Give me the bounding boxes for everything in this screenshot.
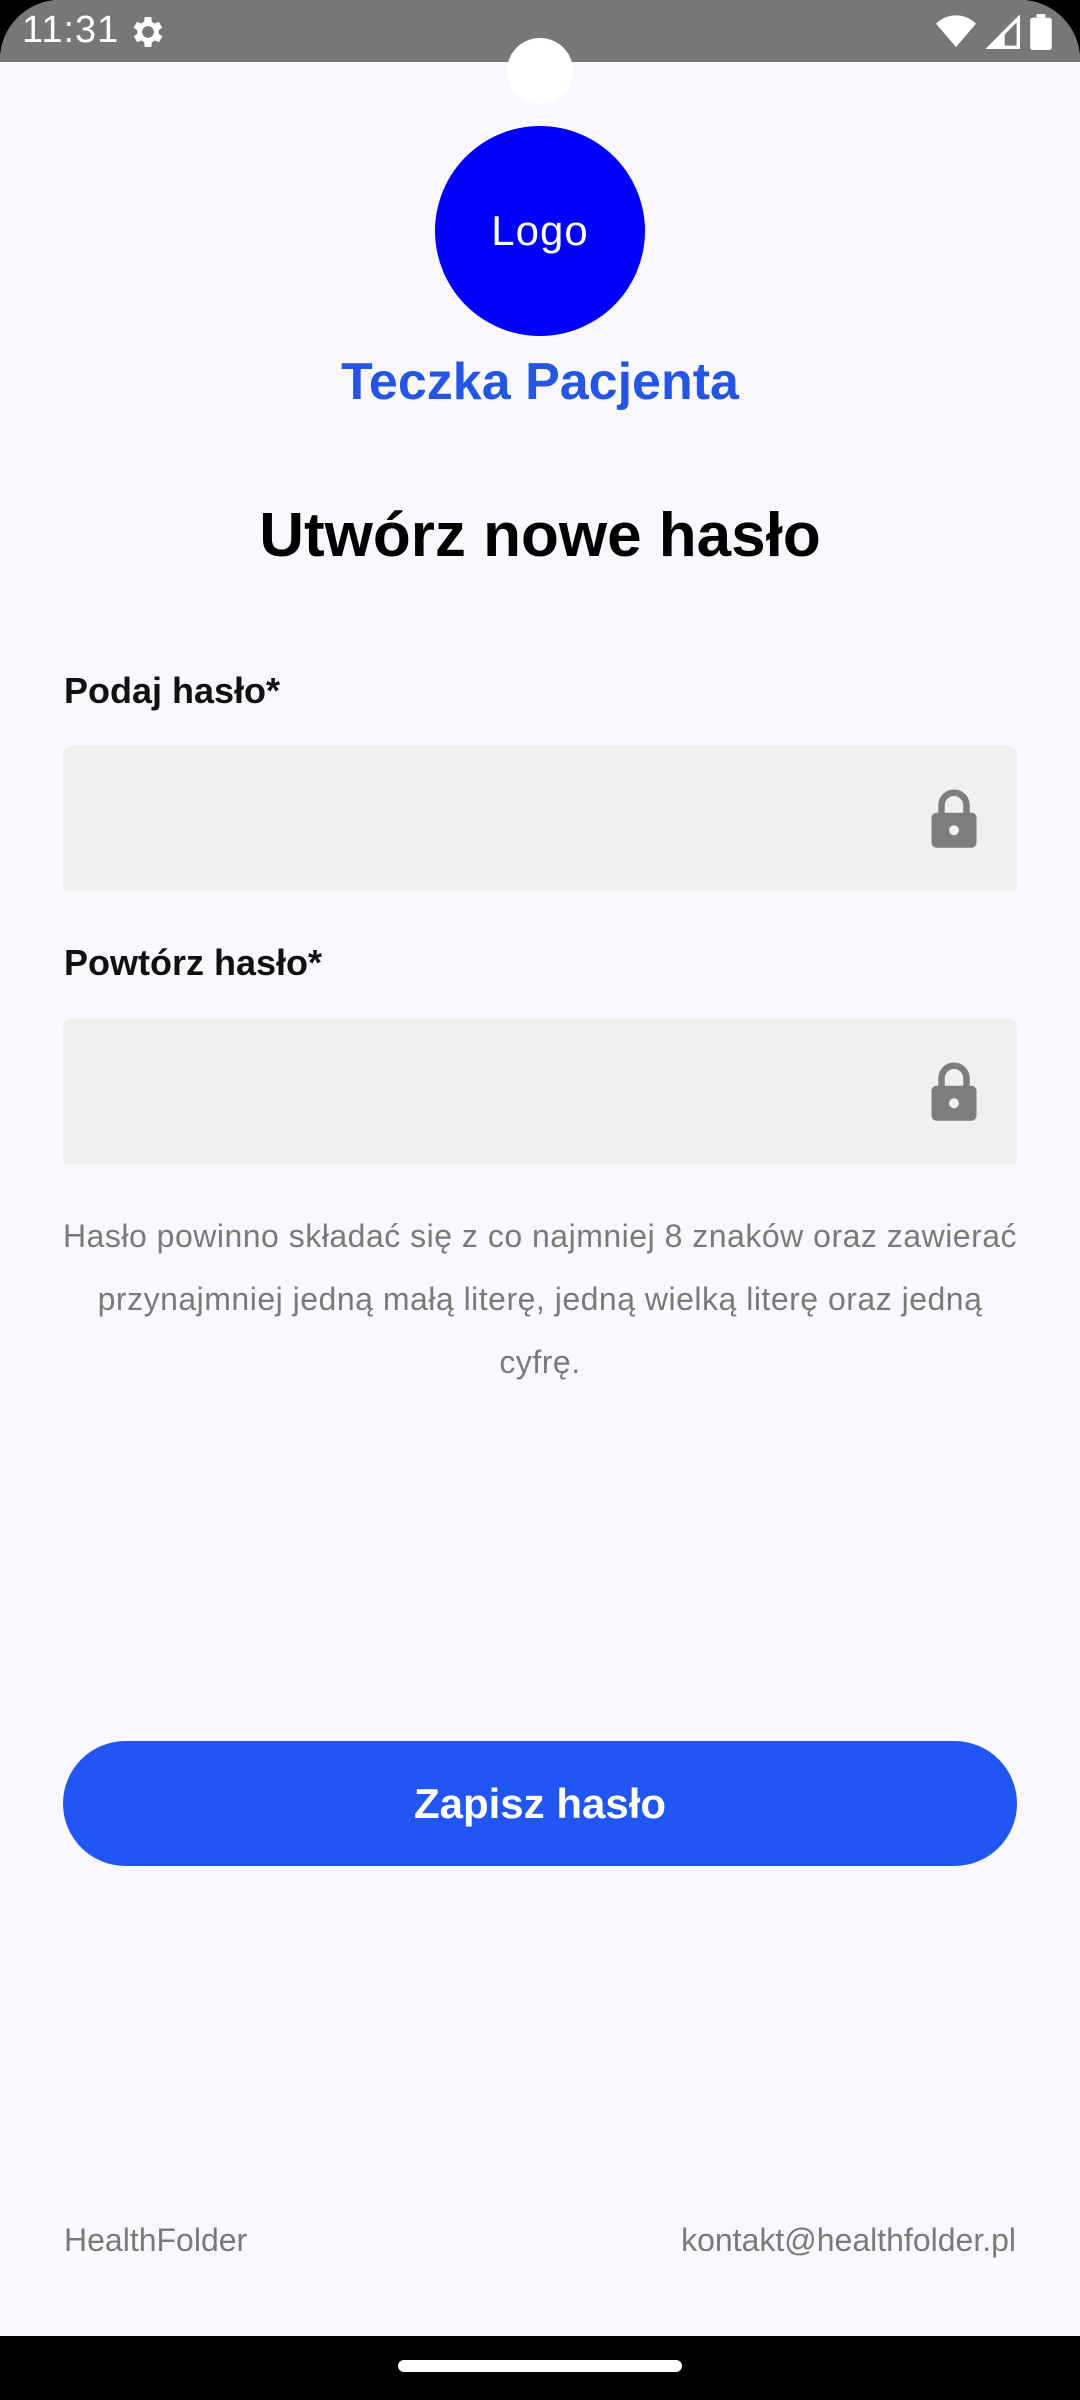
- screen: 11:31 Logo Teczka Pacjenta Utwórz nowe h…: [0, 0, 1080, 2400]
- footer-email-link[interactable]: kontakt@healthfolder.pl: [681, 2222, 1016, 2259]
- lock-icon[interactable]: [929, 1062, 979, 1122]
- battery-icon: [1030, 14, 1052, 50]
- home-handle[interactable]: [398, 2360, 682, 2372]
- gear-icon: [133, 17, 163, 47]
- password-requirements-hint: Hasło powinno składać się z co najmniej …: [62, 1218, 1018, 1380]
- password-field[interactable]: [63, 745, 1017, 891]
- page-title: Utwórz nowe hasło: [259, 501, 821, 570]
- status-icons: [936, 12, 1052, 52]
- repeat-password-field[interactable]: [63, 1018, 1017, 1164]
- app-name: Teczka Pacjenta: [341, 353, 739, 411]
- wifi-icon: [936, 15, 976, 47]
- password-input[interactable]: [63, 745, 903, 891]
- navigation-bar: [0, 2336, 1080, 2400]
- status-time: 11:31: [22, 9, 120, 51]
- save-password-label: Zapisz hasło: [413, 1779, 667, 1827]
- logo-label: Logo: [491, 207, 589, 254]
- camera-cutout: [507, 38, 573, 104]
- signal-icon: [986, 15, 1020, 49]
- password-label: Podaj hasło*: [64, 670, 281, 711]
- footer-brand: HealthFolder: [64, 2222, 248, 2258]
- lock-icon[interactable]: [929, 789, 979, 849]
- app-logo: Logo: [435, 126, 645, 336]
- repeat-password-input[interactable]: [63, 1018, 903, 1164]
- repeat-password-label: Powtórz hasło*: [64, 942, 323, 983]
- save-password-button[interactable]: Zapisz hasło: [63, 1741, 1017, 1866]
